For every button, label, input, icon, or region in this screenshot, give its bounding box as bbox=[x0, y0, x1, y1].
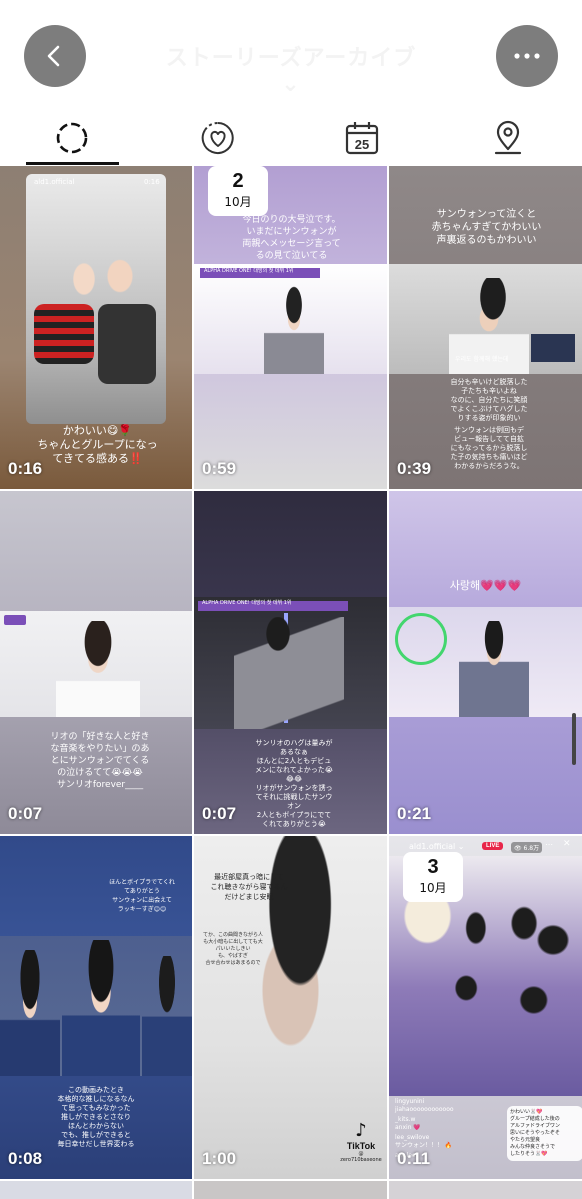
date-badge: 3 10月 bbox=[403, 852, 463, 902]
date-day: 3 bbox=[427, 856, 439, 878]
story-account: ald1.official bbox=[34, 178, 75, 186]
archive-tabs: 25 bbox=[0, 110, 582, 166]
viewer-count: 👁 6.8万 bbox=[511, 842, 543, 853]
story-caption: 最近部屋真っ暗にして これ聴きながら寝てるん だけどまじ安眠 bbox=[210, 873, 288, 901]
date-badge: 2 10月 bbox=[208, 166, 268, 216]
live-comment: lingyunini jiahaoooooooooooo bbox=[395, 1098, 505, 1114]
story-tile-12[interactable] bbox=[389, 1181, 582, 1199]
duration-label: 0:08 bbox=[8, 1149, 43, 1168]
story-tile-6[interactable]: 사랑해💗💗💗 0:21 bbox=[389, 491, 582, 834]
comment-text: anxin 💗 bbox=[395, 1124, 421, 1131]
story-caption: リオの「好きな人と好き な音楽をやりたい」のあ とにサンウォンでてくる の泣ける… bbox=[50, 732, 150, 790]
calendar-day-label: 25 bbox=[355, 137, 369, 152]
story-banner: 우리도 함께해 했는데 bbox=[455, 356, 509, 363]
story-caption-2: 自分も辛いけど脱落した 子たちも辛いよね なのに、自分たちに笑顔 でよくこぶけて… bbox=[450, 378, 528, 422]
story-tile-9[interactable]: ald1.official ⌄ LIVE 👁 6.8万 ⋯ ✕ 3 10月 li… bbox=[389, 836, 582, 1179]
stories-circle-icon bbox=[56, 122, 88, 154]
story-photo bbox=[0, 936, 192, 1076]
live-comment: _kits.w anxin 💗 bbox=[395, 1116, 505, 1132]
comment-user: lingyunini bbox=[395, 1098, 425, 1105]
story-tile-4[interactable]: リオの「好きな人と好き な音楽をやりたい」のあ とにサンウォンでてくる の泣ける… bbox=[0, 491, 192, 834]
story-photo bbox=[194, 597, 387, 729]
story-caption-2: この動画みたとき 本格的な推しになるなん て思ってもみなかった 推しができるとさ… bbox=[57, 1086, 135, 1148]
duration-label: 0:21 bbox=[397, 804, 432, 823]
tiktok-note-icon: ♪ bbox=[355, 1120, 367, 1141]
story-timer: 0:16 bbox=[144, 178, 160, 186]
story-caption: かわいい😋🌹 ちゃんとグループになっ てきてる感ある‼️ bbox=[37, 424, 158, 465]
date-day: 2 bbox=[232, 170, 244, 192]
story-tile-3[interactable]: サンウォンって泣くと 赤ちゃんすぎてかわいい 声裏返るのもかわいい 우리도 함께… bbox=[389, 166, 582, 489]
story-caption-3: サンウォンは例回もデ ビュー報告してて自拡 にもなってるから脱落し た子の気持ち… bbox=[450, 426, 528, 470]
story-tile-11[interactable] bbox=[194, 1181, 387, 1199]
top-bar: ストーリーズアーカイブ ⌄ bbox=[0, 0, 582, 110]
story-photo bbox=[389, 607, 582, 717]
duration-label: 0:39 bbox=[397, 459, 432, 478]
live-close-icon: ✕ bbox=[563, 839, 571, 849]
story-tile-10[interactable] bbox=[0, 1181, 192, 1199]
tiktok-label: TikTok bbox=[346, 1141, 376, 1151]
calendar-icon: 25 bbox=[345, 122, 379, 155]
live-account: ald1.official ⌄ bbox=[409, 842, 465, 851]
live-comment: lee_swilove サンウォン！！！ 🔥 bbox=[395, 1134, 505, 1150]
date-month: 10月 bbox=[419, 881, 447, 895]
tiktok-user: @ zero710baseone bbox=[340, 1151, 382, 1163]
back-button[interactable] bbox=[24, 25, 86, 87]
story-banner: ALPHA DRIVE ONE! 대망의 첫 데뷔 1위 bbox=[202, 600, 292, 606]
duration-label: 0:59 bbox=[202, 459, 237, 478]
duration-label: 0:11 bbox=[397, 1149, 431, 1168]
story-tile-5[interactable]: ALPHA DRIVE ONE! 대망의 첫 데뷔 1위 サンリオのハグは量みが… bbox=[194, 491, 387, 834]
story-tile-8[interactable]: 最近部屋真っ暗にして これ聴きながら寝てるん だけどまじ安眠 てか、この曲聞きな… bbox=[194, 836, 387, 1179]
story-caption: ほんとボイプラでてくれ てありがとう サンウォンに出会えて ラッキーすぎ😊😊 bbox=[109, 879, 175, 913]
story-photo bbox=[194, 264, 387, 374]
live-badge: LIVE bbox=[482, 842, 504, 850]
heart-circle-icon bbox=[201, 121, 234, 154]
comment-text: jiahaoooooooooooo bbox=[395, 1106, 454, 1113]
map-pin-icon bbox=[494, 120, 522, 155]
page-title[interactable]: ストーリーズアーカイブ ⌄ bbox=[160, 40, 422, 97]
comment-user: lee_swilove bbox=[395, 1134, 430, 1141]
scrollbar-thumb[interactable] bbox=[572, 713, 576, 765]
tab-stories[interactable] bbox=[12, 110, 132, 166]
story-caption: サンリオのハグは量みが あるなぁ ほんとに2人ともデビュ メンになれてよかった😭… bbox=[255, 739, 333, 828]
live-more-icon: ⋯ bbox=[545, 840, 553, 849]
live-bubble: かわいい🐰💖 グループ結成した後の アルファドライブワン 思いにそうやったぞそ … bbox=[507, 1106, 582, 1161]
story-caption: 사랑해💗💗💗 bbox=[449, 579, 522, 592]
story-caption: サンウォンって泣くと 赤ちゃんすぎてかわいい 声裏返るのもかわいい bbox=[431, 209, 542, 246]
date-month: 10月 bbox=[224, 195, 252, 209]
stories-grid: ald1.official 0:16 かわいい😋🌹 ちゃんとグループになっ てき… bbox=[0, 166, 582, 1199]
story-photo bbox=[26, 174, 166, 424]
story-photo bbox=[0, 611, 192, 717]
comment-user: _kits.w bbox=[395, 1116, 416, 1123]
duration-label: 0:16 bbox=[8, 459, 43, 478]
duration-label: 0:07 bbox=[202, 804, 237, 823]
story-tile-2[interactable]: 今日のりの大号泣です。 いまだにサンウォンが 両親へメッセージ言って るの見て泣… bbox=[194, 166, 387, 489]
tiktok-logo: ♪ TikTok @ zero710baseone bbox=[338, 1120, 384, 1163]
chevron-left-icon bbox=[47, 45, 60, 67]
story-tile-1[interactable]: ald1.official 0:16 かわいい😋🌹 ちゃんとグループになっ てき… bbox=[0, 166, 192, 489]
tab-map[interactable] bbox=[448, 110, 568, 166]
tab-calendar[interactable]: 25 bbox=[302, 110, 422, 166]
story-caption-2: てか、この曲聞きながら人 も大小暗もに出してても大 パいいたしきい も、やばすぎ… bbox=[203, 932, 263, 966]
story-caption: 今日のりの大号泣です。 いまだにサンウォンが 両親へメッセージ言って るの見て泣… bbox=[242, 215, 341, 261]
ellipsis-icon bbox=[514, 53, 540, 59]
story-banner: ALPHA DRIVE ONE! 대망의 첫 데뷔 1위 bbox=[204, 268, 294, 274]
more-options-button[interactable] bbox=[496, 25, 558, 87]
selected-tab-indicator bbox=[26, 162, 119, 165]
tab-highlights[interactable] bbox=[158, 110, 278, 166]
duration-label: 1:00 bbox=[202, 1149, 237, 1168]
duration-label: 0:07 bbox=[8, 804, 43, 823]
story-tile-7[interactable]: ほんとボイプラでてくれ てありがとう サンウォンに出会えて ラッキーすぎ😊😊 こ… bbox=[0, 836, 192, 1179]
